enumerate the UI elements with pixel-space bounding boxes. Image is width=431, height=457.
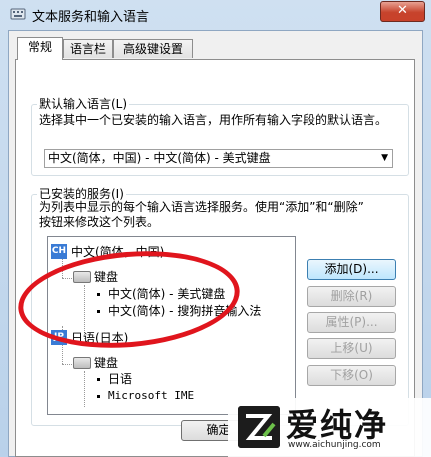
watermark-url: www.aichunjing.com xyxy=(288,440,381,450)
installed-services-description-1: 为列表中显示的每个输入语言选择服务。使用“添加”和“删除” xyxy=(39,200,364,214)
move-up-button[interactable]: 上移(U) xyxy=(307,338,396,359)
default-language-select[interactable]: 中文(简体，中国) - 中文(简体) - 美式键盘 ▼ xyxy=(44,149,393,168)
dialog-window: 文本服务和输入语言 ✕ 常规 语言栏 高级键设置 默认输入语言(L) 选择其中一… xyxy=(0,0,431,457)
remove-button[interactable]: 删除(R) xyxy=(307,286,396,307)
tree-connector xyxy=(84,371,85,407)
installed-services-description-2: 按钮来修改这个列表。 xyxy=(39,215,160,229)
title-bar[interactable]: 文本服务和输入语言 ✕ xyxy=(0,0,431,28)
add-button[interactable]: 添加(D)... xyxy=(307,259,396,280)
close-icon: ✕ xyxy=(397,3,408,18)
watermark: 爱纯净 www.aichunjing.com xyxy=(228,398,431,457)
chinese-language-icon: CH xyxy=(51,244,67,259)
close-button[interactable]: ✕ xyxy=(380,1,425,22)
keyboard-app-icon xyxy=(10,8,26,20)
tree-keyboard-group-jp[interactable]: 键盘 xyxy=(94,355,118,371)
brand-logo-icon xyxy=(238,406,280,448)
keyboard-icon xyxy=(73,357,91,369)
properties-button[interactable]: 属性(P)... xyxy=(307,312,396,333)
dropdown-arrow-icon: ▼ xyxy=(381,153,388,163)
tab-general[interactable]: 常规 xyxy=(17,37,63,60)
window-title: 文本服务和输入语言 xyxy=(32,10,150,25)
bullet-icon xyxy=(97,378,100,381)
bullet-icon xyxy=(97,395,100,398)
tab-advanced-key-settings[interactable]: 高级键设置 xyxy=(113,39,193,58)
tree-item-japanese[interactable]: 日语 xyxy=(108,371,132,387)
default-language-value: 中文(简体，中国) - 中文(简体) - 美式键盘 xyxy=(48,151,271,165)
tree-item-microsoft-ime[interactable]: Microsoft IME xyxy=(108,388,194,404)
default-language-label: 默认输入语言(L) xyxy=(37,95,130,112)
default-language-description: 选择其中一个已安装的输入语言，用作所有输入字段的默认语言。 xyxy=(39,113,388,127)
dialog-client: 常规 语言栏 高级键设置 默认输入语言(L) 选择其中一个已安装的输入语言，用作… xyxy=(8,30,423,457)
move-down-button[interactable]: 下移(O) xyxy=(307,365,396,386)
tab-language-bar[interactable]: 语言栏 xyxy=(63,39,113,58)
tree-connector xyxy=(62,364,72,365)
